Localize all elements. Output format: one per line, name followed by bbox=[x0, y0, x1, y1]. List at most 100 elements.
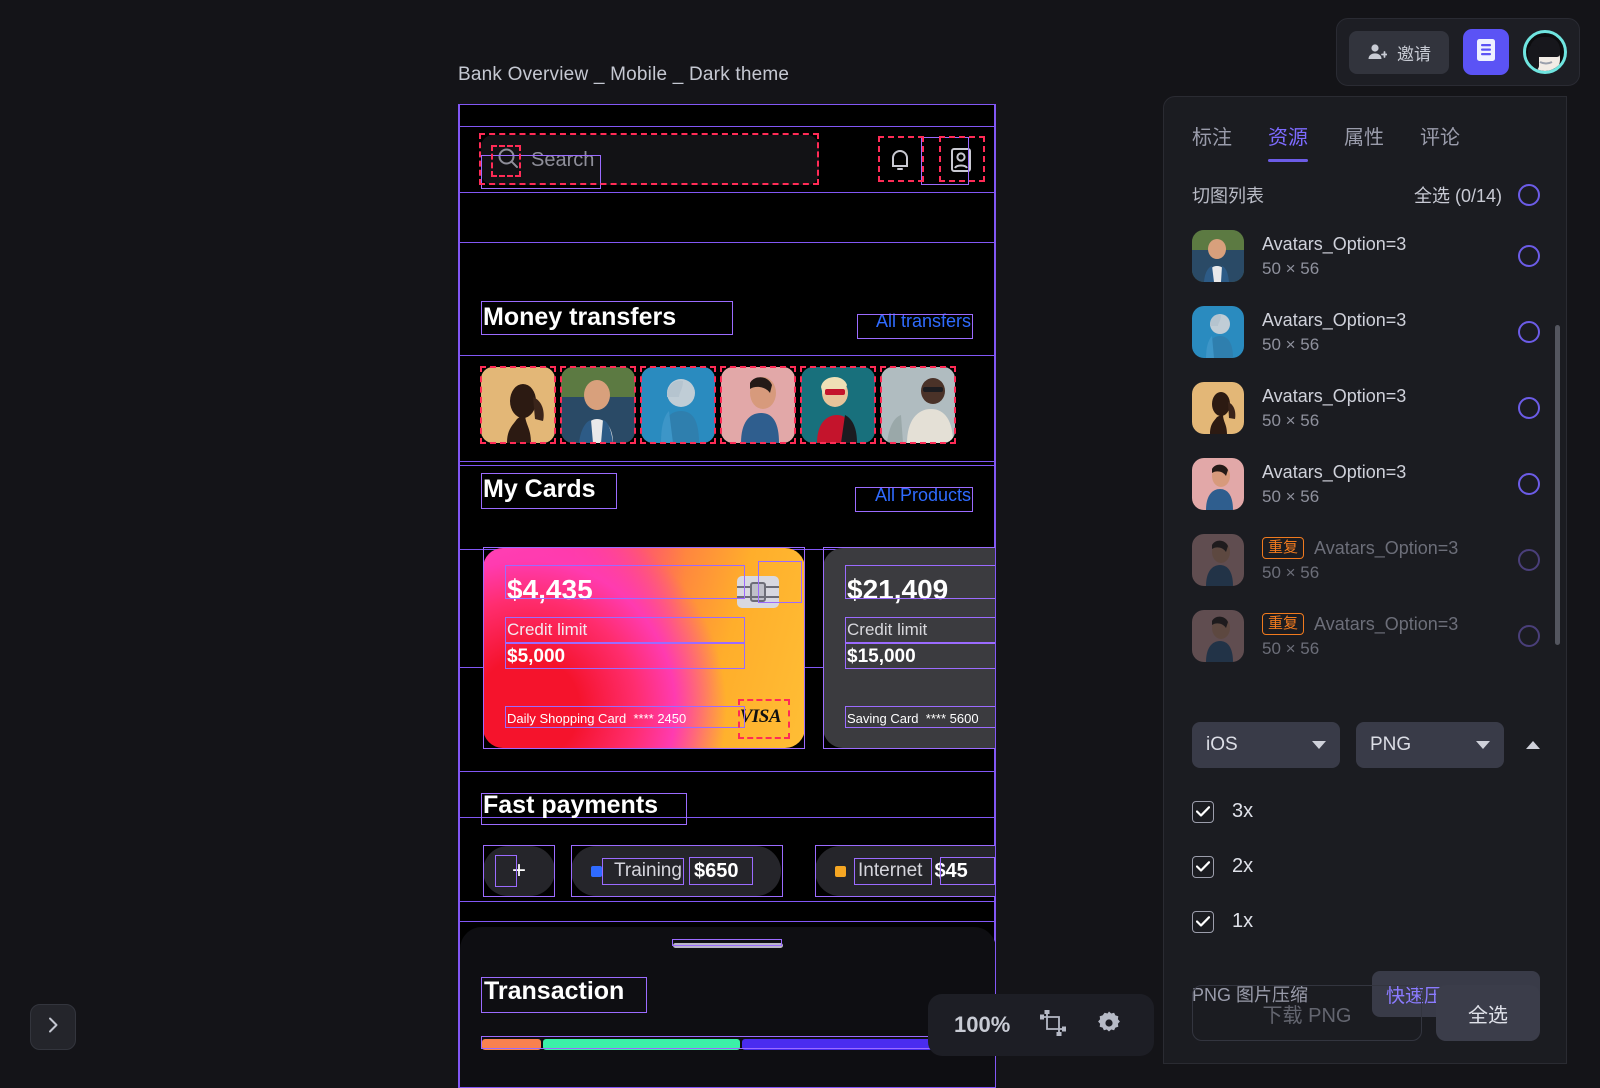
scale-label-3x: 3x bbox=[1232, 800, 1254, 822]
tab-properties[interactable]: 属性 bbox=[1344, 121, 1384, 162]
avatar-thumb[interactable] bbox=[801, 367, 875, 443]
profile-icon[interactable] bbox=[940, 139, 982, 181]
asset-name: Avatars_Option=3 bbox=[1314, 613, 1459, 634]
drag-handle[interactable] bbox=[673, 943, 783, 948]
visa-logo-icon: VISA bbox=[739, 706, 782, 727]
card-limit-label: Credit limit bbox=[507, 620, 588, 639]
add-payment-button[interactable]: + bbox=[483, 846, 555, 896]
credit-card-secondary[interactable]: $21,409 Credit limit $15,000 Saving Card… bbox=[823, 548, 995, 748]
fast-payment-item[interactable]: Training $650 bbox=[571, 846, 781, 896]
search-icon bbox=[497, 147, 519, 174]
asset-radio[interactable] bbox=[1518, 473, 1540, 495]
panel-scrollbar[interactable] bbox=[1555, 325, 1560, 645]
checkbox-3x[interactable] bbox=[1192, 800, 1214, 823]
tab-comments[interactable]: 评论 bbox=[1420, 121, 1460, 162]
all-products-link[interactable]: All Products bbox=[875, 485, 971, 506]
measure-guide bbox=[459, 465, 995, 466]
section-title-money-transfers: Money transfers bbox=[483, 303, 677, 331]
asset-list: Avatars_Option=3 50 × 56 Avatars_Option=… bbox=[1164, 214, 1566, 674]
all-transfers-link[interactable]: All transfers bbox=[876, 311, 971, 332]
asset-thumbnail bbox=[1192, 382, 1244, 434]
measure-guide bbox=[459, 901, 995, 902]
fast-payment-label: Internet bbox=[858, 860, 923, 881]
chevron-down-icon bbox=[1476, 741, 1490, 749]
checkbox-1x[interactable] bbox=[1192, 910, 1214, 933]
select-all-button[interactable]: 全选 bbox=[1436, 985, 1540, 1041]
select-all-radio[interactable] bbox=[1518, 184, 1540, 206]
credit-card-primary[interactable]: $4,435 Credit limit $5,000 Daily Shoppin… bbox=[483, 548, 805, 748]
asset-size: 50 × 56 bbox=[1262, 410, 1320, 430]
list-item[interactable]: Avatars_Option=3 50 × 56 bbox=[1192, 370, 1540, 446]
list-item[interactable]: 重复 Avatars_Option=3 50 × 56 bbox=[1192, 598, 1540, 674]
avatar-thumb[interactable] bbox=[881, 367, 955, 443]
asset-thumbnail bbox=[1192, 230, 1244, 282]
format-select[interactable]: PNG bbox=[1356, 722, 1504, 768]
inspector-panel: 标注 资源 属性 评论 切图列表 全选 (0/14) Avatars_Optio… bbox=[1163, 96, 1567, 1064]
platform-select-value: iOS bbox=[1206, 734, 1238, 755]
asset-name: Avatars_Option=3 bbox=[1262, 461, 1407, 482]
transfer-avatars bbox=[481, 367, 955, 443]
asset-radio[interactable] bbox=[1518, 625, 1540, 647]
transaction-sheet: Transaction Apple store 20.01.2021 - $11… bbox=[460, 927, 995, 1087]
asset-name: Avatars_Option=3 bbox=[1262, 233, 1407, 254]
bar-segment bbox=[482, 1039, 542, 1050]
asset-list-title: 切图列表 bbox=[1192, 186, 1264, 206]
export-options: iOS PNG bbox=[1164, 704, 1566, 768]
search-placeholder: Search bbox=[531, 148, 595, 171]
fast-payment-label: Training bbox=[614, 860, 682, 881]
asset-radio[interactable] bbox=[1518, 321, 1540, 343]
invite-label: 邀请 bbox=[1397, 44, 1431, 64]
zoom-toolbar: 100% bbox=[928, 994, 1154, 1056]
fast-payment-item[interactable]: Internet $45 bbox=[815, 846, 995, 896]
card-name: Saving Card **** 5600 bbox=[847, 711, 979, 726]
zoom-level[interactable]: 100% bbox=[954, 1012, 1010, 1038]
expand-sidebar-button[interactable] bbox=[30, 1004, 76, 1050]
platform-select[interactable]: iOS bbox=[1192, 722, 1340, 768]
scale-option-1x[interactable]: 1x bbox=[1192, 894, 1538, 949]
asset-radio[interactable] bbox=[1518, 397, 1540, 419]
card-amount: $4,435 bbox=[507, 574, 593, 605]
avatar-thumb[interactable] bbox=[641, 367, 715, 443]
crop-frame-icon[interactable] bbox=[1040, 1009, 1067, 1041]
avatar-thumb[interactable] bbox=[561, 367, 635, 443]
document-button[interactable] bbox=[1463, 29, 1509, 75]
scale-options: 3x 2x 1x bbox=[1164, 768, 1566, 949]
download-png-button[interactable]: 下载 PNG bbox=[1192, 985, 1422, 1041]
list-item[interactable]: Avatars_Option=3 50 × 56 bbox=[1192, 446, 1540, 522]
list-item[interactable]: 重复 Avatars_Option=3 50 × 56 bbox=[1192, 522, 1540, 598]
avatar-image bbox=[1526, 33, 1564, 71]
avatar-thumb[interactable] bbox=[481, 367, 555, 443]
scale-label-2x: 2x bbox=[1232, 855, 1254, 877]
section-title-fast-payments: Fast payments bbox=[483, 791, 659, 819]
design-frame[interactable]: Search Money transfers All transfers My … bbox=[458, 104, 996, 1088]
invite-button[interactable]: 邀请 bbox=[1349, 30, 1449, 74]
checkbox-2x[interactable] bbox=[1192, 855, 1214, 878]
asset-radio[interactable] bbox=[1518, 245, 1540, 267]
bell-icon[interactable] bbox=[879, 139, 921, 181]
collapse-chevron-up-icon[interactable] bbox=[1526, 741, 1540, 749]
category-dot bbox=[591, 865, 602, 877]
gear-icon[interactable] bbox=[1096, 1010, 1122, 1041]
avatar[interactable] bbox=[1523, 30, 1567, 74]
chevron-right-icon bbox=[44, 1016, 62, 1039]
duplicate-badge: 重复 bbox=[1262, 536, 1305, 560]
search-input[interactable]: Search bbox=[481, 135, 819, 185]
asset-radio[interactable] bbox=[1518, 549, 1540, 571]
plus-icon: + bbox=[511, 857, 526, 884]
asset-thumbnail bbox=[1192, 610, 1244, 662]
asset-list-header: 切图列表 全选 (0/14) bbox=[1164, 162, 1566, 214]
category-dot bbox=[835, 865, 846, 877]
avatar-thumb[interactable] bbox=[721, 367, 795, 443]
select-all-count: 全选 (0/14) bbox=[1413, 186, 1502, 206]
asset-name: Avatars_Option=3 bbox=[1314, 537, 1459, 558]
scale-option-2x[interactable]: 2x bbox=[1192, 839, 1538, 894]
list-item[interactable]: Avatars_Option=3 50 × 56 bbox=[1192, 218, 1540, 294]
tab-annotations[interactable]: 标注 bbox=[1192, 121, 1232, 162]
asset-name: Avatars_Option=3 bbox=[1262, 309, 1407, 330]
tab-assets[interactable]: 资源 bbox=[1268, 121, 1308, 162]
bar-segment bbox=[543, 1039, 740, 1050]
chevron-down-icon bbox=[1312, 741, 1326, 749]
list-item[interactable]: Avatars_Option=3 50 × 56 bbox=[1192, 294, 1540, 370]
scale-option-3x[interactable]: 3x bbox=[1192, 784, 1538, 839]
panel-actions: 下载 PNG 全选 bbox=[1164, 985, 1566, 1041]
